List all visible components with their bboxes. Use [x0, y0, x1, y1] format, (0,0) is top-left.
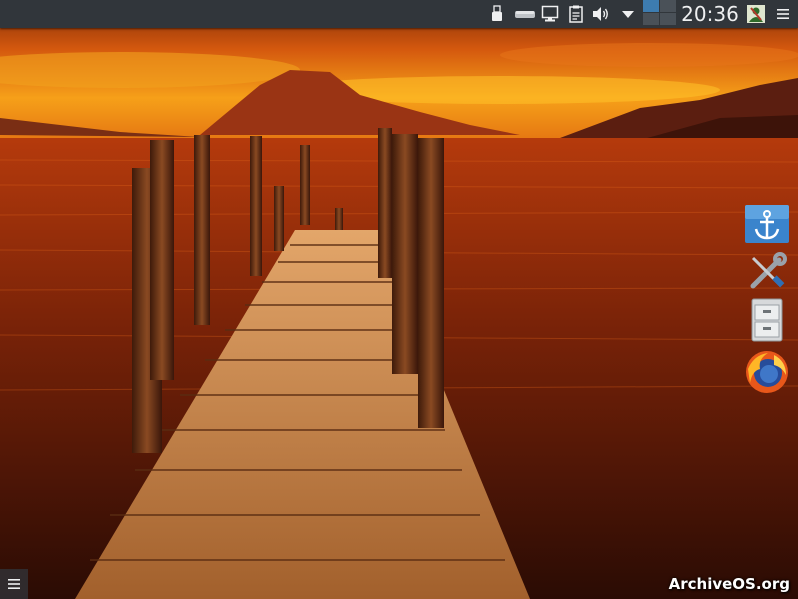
tools-icon[interactable] — [743, 248, 791, 296]
hamburger-menu-icon[interactable] — [772, 0, 794, 28]
wallpaper-sunset-pier — [0, 0, 798, 599]
file-cabinet-icon[interactable] — [743, 296, 791, 344]
pager-desktop-1[interactable] — [643, 0, 659, 12]
pager-desktop-2[interactable] — [660, 0, 676, 12]
watermark-text: ArchiveOS.org — [668, 575, 790, 593]
launcher-panel — [740, 200, 798, 400]
pager-desktop-4[interactable] — [660, 13, 676, 25]
volume-icon[interactable] — [590, 0, 612, 28]
pager-desktop-3[interactable] — [643, 13, 659, 25]
disk-drive-icon[interactable] — [512, 0, 538, 28]
application-menu-icon[interactable] — [0, 569, 28, 599]
clipboard-icon[interactable] — [566, 0, 586, 28]
top-panel: 20:36 — [0, 0, 798, 28]
usb-device-icon[interactable] — [488, 0, 506, 28]
desktop[interactable] — [0, 0, 798, 599]
virtual-desktop-pager[interactable] — [642, 0, 676, 26]
firefox-icon[interactable] — [743, 348, 791, 396]
network-icon[interactable] — [540, 0, 560, 28]
tray-expand-icon[interactable] — [617, 0, 639, 28]
user-avatar-icon[interactable] — [744, 0, 768, 28]
clock[interactable]: 20:36 — [679, 0, 741, 28]
anchor-icon[interactable] — [743, 200, 791, 248]
